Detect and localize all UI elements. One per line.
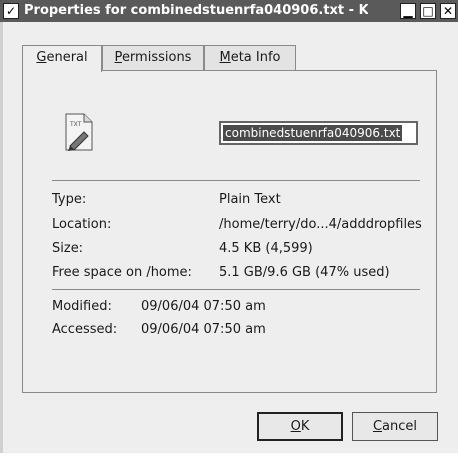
filename-value: combinedstuenrfa040906.txt [223,125,403,141]
tab-general-mnemonic: G [36,50,47,65]
tab-permissions-mnemonic: P [114,50,122,65]
tab-permissions-label: ermissions [121,50,192,65]
maximize-icon[interactable]: □ [420,3,436,19]
window-menu-icon[interactable]: ✓ [3,3,19,19]
free-space-value: 5.1 GB/9.6 GB (47% used) [219,265,390,280]
filename-field[interactable]: combinedstuenrfa040906.txt [219,121,418,145]
tab-meta-info-label: eta Info [230,50,281,65]
cancel-label: ancel [382,419,418,434]
tab-meta-info[interactable]: Meta Info [204,45,296,71]
type-label: Type: [52,192,87,207]
cancel-mnemonic: C [372,419,383,434]
properties-dialog: ✓ Properties for combinedstuenrfa040906.… [0,0,458,457]
text-file-icon[interactable]: TXT [64,112,94,152]
tab-permissions[interactable]: Permissions [102,45,204,71]
window-bottom-edge [0,453,458,457]
ok-mnemonic: O [290,419,301,434]
separator-top [52,180,420,181]
close-icon[interactable]: ✕ [440,3,456,19]
cancel-button[interactable]: Cancel [352,412,438,441]
modified-label: Modified: [52,299,112,314]
location-label: Location: [52,217,112,232]
tab-general[interactable]: General [22,45,102,72]
tab-general-label: eneral [46,50,88,65]
type-value: Plain Text [219,192,281,207]
ok-label: K [300,419,310,434]
window-title: Properties for combinedstuenrfa040906.tx… [24,3,368,18]
title-bar[interactable]: ✓ Properties for combinedstuenrfa040906.… [0,0,458,22]
tab-meta-info-mnemonic: M [219,50,231,65]
window-left-border [0,22,3,457]
location-value: /home/terry/do...4/adddropfiles [219,217,422,232]
size-label: Size: [52,241,84,256]
separator-bottom [52,289,420,290]
accessed-value: 09/06/04 07:50 am [141,322,266,337]
size-value: 4.5 KB (4,599) [219,241,313,256]
ok-button[interactable]: OK [257,412,343,441]
free-space-label: Free space on /home: [52,265,192,280]
minimize-icon[interactable]: ▁ [400,3,416,19]
modified-value: 09/06/04 07:50 am [141,299,266,314]
file-type-text: TXT [69,121,82,128]
accessed-label: Accessed: [52,322,118,337]
